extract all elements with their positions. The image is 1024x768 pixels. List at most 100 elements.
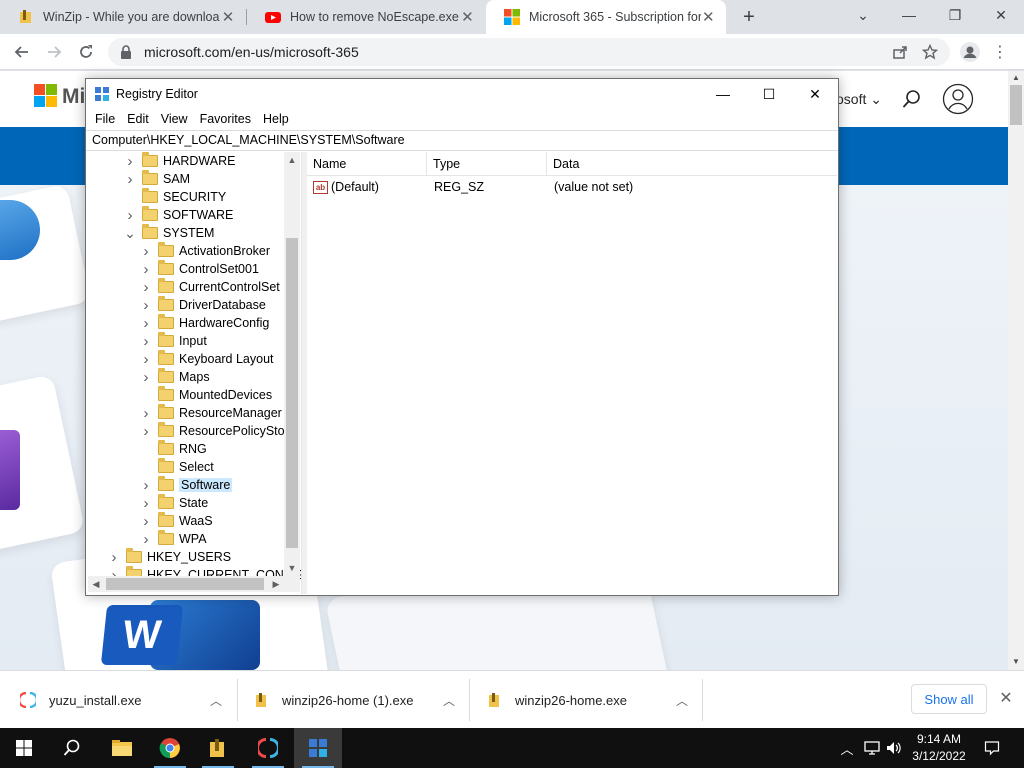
- chevron-right-icon[interactable]: ›: [124, 153, 136, 170]
- column-header-name[interactable]: Name: [307, 152, 427, 176]
- tree-vertical-scrollbar[interactable]: ▲ ▼: [284, 152, 300, 576]
- close-icon[interactable]: ✕: [220, 9, 236, 26]
- back-button[interactable]: [10, 40, 34, 64]
- tree-node-hardwareconfig[interactable]: › HardwareConfig: [140, 314, 269, 332]
- tree-node-keyboard-layout[interactable]: › Keyboard Layout: [140, 350, 274, 368]
- close-window-button[interactable]: ✕: [978, 0, 1024, 30]
- chevron-right-icon[interactable]: ›: [140, 351, 152, 368]
- account-button[interactable]: [942, 83, 974, 118]
- site-search-button[interactable]: [902, 89, 922, 112]
- tree-node-system[interactable]: ⌄ SYSTEM: [124, 224, 214, 242]
- chevron-right-icon[interactable]: ›: [140, 513, 152, 530]
- registry-key-tree[interactable]: › HARDWARE › SAM SECURITY › SOFTWARE ⌄ SYSTEM › Ac…: [88, 152, 302, 594]
- scroll-down-arrow-icon[interactable]: ▼: [284, 560, 300, 576]
- download-item-winzip[interactable]: winzip26-home.exe ︿: [486, 679, 688, 721]
- chevron-right-icon[interactable]: ›: [140, 297, 152, 314]
- chevron-right-icon[interactable]: ›: [140, 477, 152, 494]
- page-scrollbar[interactable]: ▲ ▼: [1008, 71, 1024, 670]
- taskbar-clock[interactable]: 9:14 AM 3/12/2022: [904, 731, 974, 765]
- tree-node-input[interactable]: › Input: [140, 332, 207, 350]
- tree-node-select[interactable]: Select: [140, 458, 214, 476]
- taskbar-search-button[interactable]: [48, 728, 96, 768]
- chevron-right-icon[interactable]: ›: [140, 243, 152, 260]
- tree-node-hkey-users[interactable]: › HKEY_USERS: [108, 548, 231, 566]
- tree-node-security[interactable]: SECURITY: [124, 188, 226, 206]
- column-header-data[interactable]: Data: [547, 152, 837, 176]
- network-icon[interactable]: [862, 728, 882, 768]
- tree-node-wpa[interactable]: › WPA: [140, 530, 207, 548]
- registry-value-row[interactable]: ab (Default) REG_SZ (value not set): [307, 178, 837, 196]
- tree-node-maps[interactable]: › Maps: [140, 368, 210, 386]
- share-button[interactable]: [888, 40, 912, 64]
- forward-button[interactable]: [42, 40, 66, 64]
- restore-button[interactable]: ❐: [932, 0, 978, 30]
- tree-hscroll-thumb[interactable]: [106, 578, 264, 590]
- tree-scroll-thumb[interactable]: [286, 238, 298, 548]
- chevron-right-icon[interactable]: ›: [140, 531, 152, 548]
- new-tab-button[interactable]: +: [738, 6, 760, 28]
- tree-node-activationbroker[interactable]: › ActivationBroker: [140, 242, 270, 260]
- menu-edit[interactable]: Edit: [121, 112, 155, 126]
- menu-view[interactable]: View: [155, 112, 194, 126]
- chevron-up-icon[interactable]: ︿: [676, 692, 688, 709]
- chrome-menu-button[interactable]: ⋮: [988, 40, 1012, 64]
- tab-noescape[interactable]: How to remove NoEscape.exe [D ✕: [247, 0, 485, 34]
- registry-address-bar[interactable]: Computer\HKEY_LOCAL_MACHINE\SYSTEM\Softw…: [86, 130, 838, 151]
- taskbar-winzip[interactable]: [194, 728, 242, 768]
- tab-winzip[interactable]: WinZip - While you are downloading ✕: [0, 0, 246, 34]
- profile-button[interactable]: [958, 40, 982, 64]
- tree-node-waas[interactable]: › WaaS: [140, 512, 213, 530]
- tree-node-software[interactable]: › Software: [140, 476, 233, 494]
- minimize-button[interactable]: —: [886, 0, 932, 30]
- close-icon[interactable]: ✕: [701, 9, 716, 26]
- close-icon[interactable]: ✕: [460, 9, 475, 26]
- show-all-downloads-button[interactable]: Show all: [911, 684, 987, 714]
- chevron-right-icon[interactable]: ›: [124, 207, 136, 224]
- bookmark-button[interactable]: [918, 40, 942, 64]
- tree-node-sam[interactable]: › SAM: [124, 170, 190, 188]
- address-bar[interactable]: microsoft.com/en-us/microsoft-365: [108, 38, 950, 66]
- taskbar-yuzu[interactable]: [244, 728, 292, 768]
- taskbar-registry-editor[interactable]: [294, 728, 342, 768]
- chevron-right-icon[interactable]: ›: [140, 333, 152, 350]
- tree-node-state[interactable]: › State: [140, 494, 208, 512]
- chevron-right-icon[interactable]: ›: [140, 423, 152, 440]
- tree-node-resourcemanager[interactable]: › ResourceManager: [140, 404, 282, 422]
- start-button[interactable]: [0, 728, 48, 768]
- chevron-right-icon[interactable]: ›: [108, 549, 120, 566]
- volume-icon[interactable]: [884, 728, 904, 768]
- scroll-down-arrow-icon[interactable]: ▼: [1012, 657, 1020, 666]
- tree-node-rng[interactable]: RNG: [140, 440, 207, 458]
- chevron-right-icon[interactable]: ›: [140, 369, 152, 386]
- chevron-right-icon[interactable]: ›: [124, 171, 136, 188]
- tree-node-currentcontrolset[interactable]: › CurrentControlSet: [140, 278, 280, 296]
- tab-search-chevron-icon[interactable]: ⌄: [840, 0, 886, 30]
- action-center-button[interactable]: [980, 728, 1004, 768]
- chevron-right-icon[interactable]: ›: [140, 279, 152, 296]
- tree-node-driverdatabase[interactable]: › DriverDatabase: [140, 296, 266, 314]
- tree-node-software[interactable]: › SOFTWARE: [124, 206, 233, 224]
- tree-horizontal-scrollbar[interactable]: ◀ ▶: [88, 576, 300, 592]
- tree-node-mounteddevices[interactable]: MountedDevices: [140, 386, 272, 404]
- regedit-maximize-button[interactable]: ☐: [746, 79, 792, 109]
- page-scroll-thumb[interactable]: [1010, 85, 1022, 125]
- microsoft-logo-icon[interactable]: [34, 84, 58, 108]
- taskbar-file-explorer[interactable]: [98, 728, 146, 768]
- tree-node-resourcepolicystore[interactable]: › ResourcePolicyStore: [140, 422, 296, 440]
- reload-button[interactable]: [74, 40, 98, 64]
- download-item-yuzu[interactable]: yuzu_install.exe ︿: [20, 679, 222, 721]
- chevron-up-icon[interactable]: ︿: [443, 692, 455, 709]
- regedit-minimize-button[interactable]: —: [700, 79, 746, 109]
- scroll-up-arrow-icon[interactable]: ▲: [1012, 73, 1020, 82]
- chevron-up-icon[interactable]: ︿: [210, 692, 222, 709]
- regedit-close-button[interactable]: ✕: [792, 79, 838, 109]
- menu-help[interactable]: Help: [257, 112, 295, 126]
- menu-file[interactable]: File: [89, 112, 121, 126]
- column-header-type[interactable]: Type: [427, 152, 547, 176]
- show-hidden-icons-chevron-icon[interactable]: ︿: [838, 728, 856, 768]
- taskbar-chrome[interactable]: [146, 728, 194, 768]
- menu-favorites[interactable]: Favorites: [194, 112, 257, 126]
- close-icon[interactable]: ✕: [997, 689, 1015, 707]
- scroll-right-arrow-icon[interactable]: ▶: [268, 576, 284, 592]
- tab-microsoft-365[interactable]: Microsoft 365 - Subscription for ✕: [486, 0, 726, 34]
